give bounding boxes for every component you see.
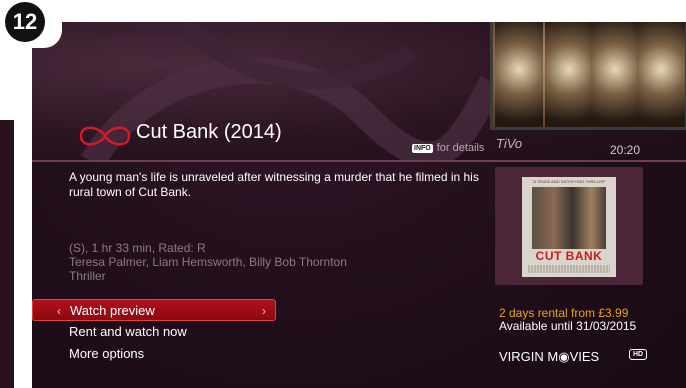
menu-item-more-options[interactable]: More options bbox=[32, 343, 278, 365]
synopsis: A young man's life is unraveled after wi… bbox=[69, 170, 479, 199]
info-hint: INFO for details bbox=[412, 142, 484, 154]
page: Cut Bank (2014) INFO for details TiVo 20:… bbox=[0, 0, 686, 388]
action-menu: ‹ Watch preview › Rent and watch now Mor… bbox=[32, 299, 278, 365]
poster-frame: "A TENSE AND SATISFYING THRILLER" CUT BA… bbox=[495, 167, 643, 285]
tv-screen: Cut Bank (2014) INFO for details TiVo 20:… bbox=[32, 22, 686, 388]
preview-thumbnail bbox=[490, 22, 686, 130]
menu-item-label: More options bbox=[69, 346, 145, 361]
thumbnail-panel bbox=[495, 22, 543, 127]
runtime-rating: (S), 1 hr 33 min, Rated: R bbox=[69, 241, 206, 255]
poster-credits bbox=[528, 265, 610, 273]
header-divider bbox=[32, 160, 686, 162]
genre: Thriller bbox=[69, 269, 106, 283]
tivo-logo: TiVo bbox=[496, 136, 523, 151]
movie-poster: "A TENSE AND SATISFYING THRILLER" CUT BA… bbox=[522, 177, 616, 277]
cast-list: Teresa Palmer, Liam Hemsworth, Billy Bob… bbox=[69, 255, 347, 269]
menu-item-label: Watch preview bbox=[70, 303, 155, 318]
availability: Available until 31/03/2015 bbox=[499, 319, 637, 333]
details-meta: (S), 1 hr 33 min, Rated: R Teresa Palmer… bbox=[69, 241, 489, 283]
page-title: Cut Bank (2014) bbox=[136, 121, 282, 143]
channel-name: VIRGIN M◉VIES bbox=[499, 349, 600, 364]
menu-item-watch-preview[interactable]: ‹ Watch preview › bbox=[32, 299, 276, 321]
poster-photo bbox=[532, 187, 606, 249]
info-badge: INFO bbox=[412, 143, 433, 153]
chevron-right-icon[interactable]: › bbox=[262, 300, 266, 322]
thumbnail-panel bbox=[637, 22, 685, 127]
menu-item-label: Rent and watch now bbox=[69, 324, 187, 339]
poster-tagline: "A TENSE AND SATISFYING THRILLER" bbox=[532, 179, 606, 184]
info-hint-text: for details bbox=[436, 142, 485, 154]
virgin-logo-icon bbox=[79, 126, 131, 146]
step-number: 12 bbox=[5, 2, 45, 42]
thumbnail-panel bbox=[591, 22, 639, 127]
poster-title: CUT BANK bbox=[535, 249, 603, 263]
thumbnail-panel bbox=[545, 22, 593, 127]
step-badge: 12 bbox=[0, 0, 62, 48]
clock: 20:20 bbox=[610, 143, 641, 157]
chevron-left-icon[interactable]: ‹ bbox=[57, 300, 61, 322]
background-edge bbox=[0, 120, 14, 388]
hd-icon: HD bbox=[629, 349, 648, 360]
rental-price: 2 days rental from £3.99 bbox=[499, 306, 629, 320]
menu-item-rent-and-watch[interactable]: Rent and watch now bbox=[32, 321, 278, 343]
